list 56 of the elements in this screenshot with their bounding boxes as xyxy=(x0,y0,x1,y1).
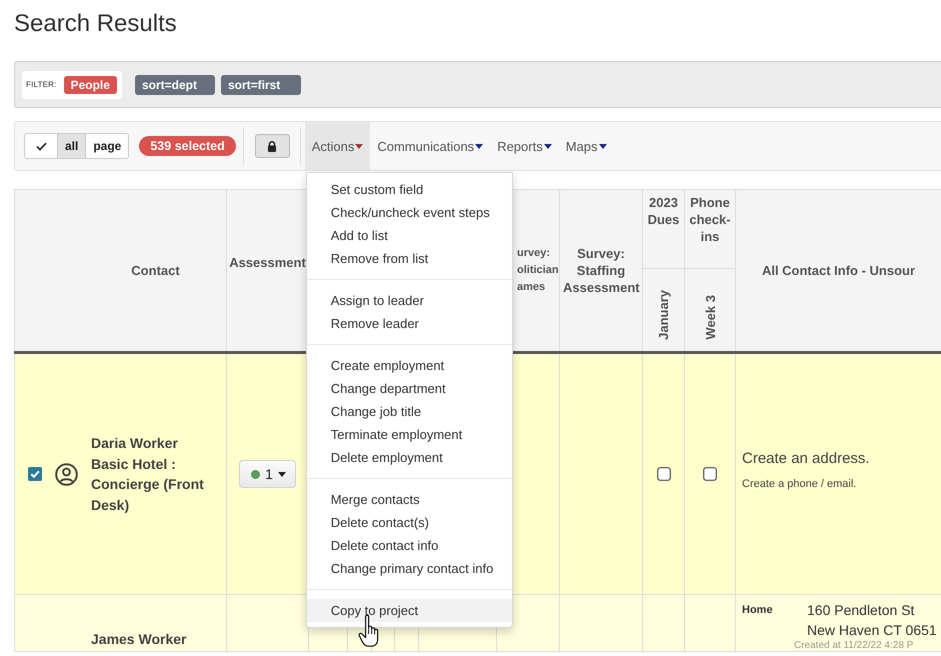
selected-count: 539 selected xyxy=(139,136,236,156)
menu-item[interactable]: Delete contact(s) xyxy=(306,511,512,534)
menu-item[interactable]: Set custom field xyxy=(306,178,512,201)
menu-item[interactable]: Delete contact info xyxy=(306,534,512,557)
selection-mode-button[interactable]: page xyxy=(85,134,128,158)
checkbox[interactable] xyxy=(656,466,670,481)
column-header: urvey: olitician ames xyxy=(517,246,559,295)
checkbox[interactable] xyxy=(28,467,42,481)
assessment-dropdown[interactable]: 1 xyxy=(239,460,296,488)
address-label: Home xyxy=(742,603,774,618)
column-header: 2023 Dues xyxy=(648,195,680,227)
menu-item[interactable]: Delete employment xyxy=(306,446,512,469)
filter-label: FILTER: xyxy=(26,80,57,89)
menu-item[interactable]: Remove leader xyxy=(306,312,512,335)
column-header: Contact xyxy=(131,263,180,278)
menu-item[interactable]: Terminate employment xyxy=(306,423,512,446)
menu-item[interactable]: Copy to project xyxy=(306,599,512,622)
selection-mode-button[interactable]: all xyxy=(57,134,86,158)
menu-item[interactable]: Change job title xyxy=(306,400,512,423)
menu-item[interactable]: Remove from list xyxy=(306,247,512,270)
menu-item[interactable]: Merge contacts xyxy=(306,488,512,511)
created-timestamp: Created at 11/22/22 4:28 P xyxy=(794,640,914,651)
caret-icon xyxy=(475,144,484,148)
menu-item[interactable]: Change department xyxy=(306,377,512,400)
create-address-link[interactable]: Create an address. xyxy=(742,448,870,468)
contact-name[interactable]: Daria Worker xyxy=(91,433,213,454)
caret-icon xyxy=(544,144,552,148)
column-header: All Contact Info - Unsour xyxy=(762,263,916,278)
menu-item[interactable]: Create employment xyxy=(306,354,512,377)
employment-title: Basic Hotel : Concierge (Front Desk) xyxy=(91,454,205,515)
column-subheader: January xyxy=(655,290,672,340)
checkbox[interactable] xyxy=(703,466,717,481)
menu-item[interactable]: Change primary contact info xyxy=(306,557,512,580)
check-icon xyxy=(36,142,46,150)
column-header: Phone check-ins xyxy=(689,195,731,244)
caret-icon xyxy=(598,144,607,148)
menu-item[interactable]: Add to list xyxy=(306,224,512,247)
menu-tab[interactable]: Maps xyxy=(558,122,614,170)
caret-icon xyxy=(355,144,364,148)
filter-tag[interactable]: People xyxy=(64,76,117,94)
page-title: Search Results xyxy=(14,9,178,39)
user-circle-icon xyxy=(55,462,78,486)
menu-tab[interactable]: Communications xyxy=(370,122,490,170)
menu-item[interactable]: Assign to leader xyxy=(306,289,512,312)
sort-tag[interactable]: sort=first xyxy=(220,74,301,94)
menu-item[interactable]: Check/uncheck event steps xyxy=(306,201,512,224)
menu-tab[interactable]: Reports xyxy=(490,122,559,170)
column-subheader: Week 3 xyxy=(702,295,718,340)
caret-icon xyxy=(278,472,286,476)
address-text: 160 Pendleton St New Haven CT 0651 xyxy=(807,601,937,640)
sort-tag[interactable]: sort=dept xyxy=(134,74,215,94)
lock-button[interactable] xyxy=(254,134,290,158)
create-phone-link[interactable]: Create a phone / email. xyxy=(742,476,856,490)
menu-tab[interactable]: Actions xyxy=(304,122,370,170)
column-header: Survey: Staffing Assessment xyxy=(563,246,640,295)
column-header: Assessment xyxy=(229,255,306,270)
